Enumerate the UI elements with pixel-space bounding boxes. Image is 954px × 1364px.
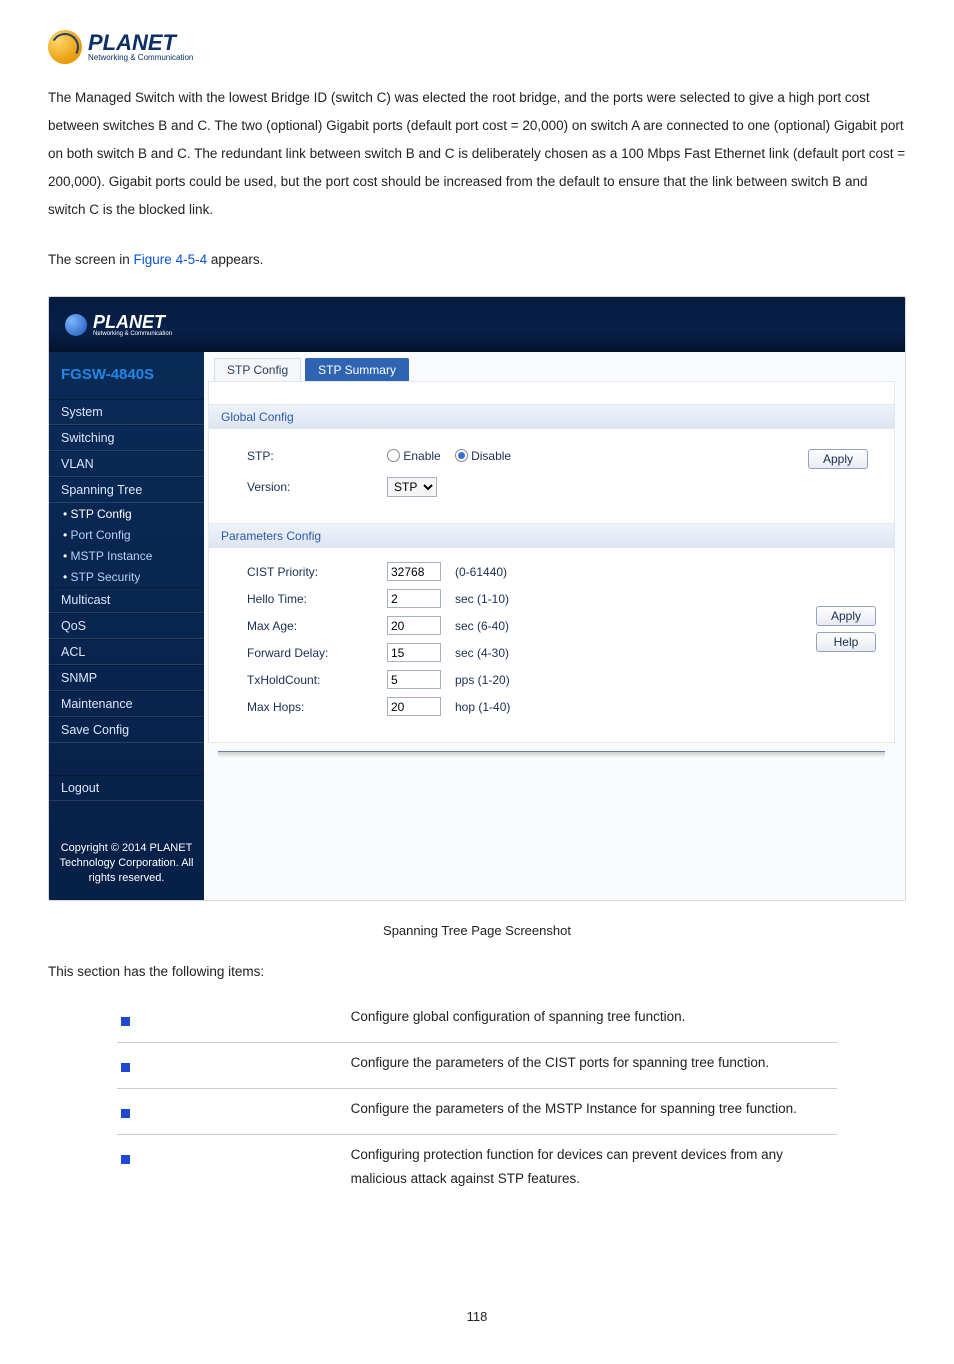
item-desc: Configuring protection function for devi… [347, 1135, 838, 1200]
bullet-icon [121, 1155, 130, 1164]
params-apply-button[interactable]: Apply [816, 606, 876, 626]
logo-mark-icon [48, 30, 82, 64]
item-desc: Configure the parameters of the MSTP Ins… [347, 1089, 838, 1135]
figure-reference: The screen in Figure 4-5-4 appears. [48, 246, 906, 274]
banner-logo-icon [65, 314, 87, 336]
tab-stp-summary[interactable]: STP Summary [305, 358, 409, 381]
item-term [157, 1089, 347, 1135]
nav-snmp[interactable]: SNMP [49, 665, 204, 691]
banner-tagline: Networking & Communication [93, 331, 172, 337]
nav-spanning-tree[interactable]: Spanning Tree [49, 477, 204, 503]
item-term [157, 997, 347, 1043]
nav-mstp-instance-label: MSTP Instance [71, 549, 153, 563]
nav-logout[interactable]: Logout [49, 775, 204, 801]
version-label: Version: [247, 480, 387, 494]
max-age-input[interactable] [387, 616, 441, 635]
max-hops-hint: hop (1-40) [455, 700, 510, 714]
nav-save-config[interactable]: Save Config [49, 717, 204, 743]
txholdcount-label: TxHoldCount: [247, 673, 387, 687]
nav-vlan[interactable]: VLAN [49, 451, 204, 477]
item-term [157, 1043, 347, 1089]
bullet-icon [121, 1063, 130, 1072]
content-pane: STP Config STP Summary Global Config STP… [204, 352, 905, 900]
nav-multicast[interactable]: Multicast [49, 587, 204, 613]
bullet-icon [121, 1109, 130, 1118]
ref-prefix: The screen in [48, 252, 134, 267]
page-header-logo: PLANET Networking & Communication [48, 30, 906, 64]
params-config-header: Parameters Config [209, 523, 894, 548]
sidebar: FGSW-4840S System Switching VLAN Spannin… [49, 352, 204, 900]
screenshot-figure: PLANET Networking & Communication FGSW-4… [48, 296, 906, 901]
bullet-icon [121, 1017, 130, 1026]
figure-caption: Spanning Tree Page Screenshot [48, 923, 906, 938]
hello-time-input[interactable] [387, 589, 441, 608]
nav-stp-config-label: STP Config [71, 507, 132, 521]
stp-disable-label: Disable [471, 449, 511, 463]
table-row: Configure global configuration of spanni… [117, 997, 838, 1043]
max-age-label: Max Age: [247, 619, 387, 633]
items-intro: This section has the following items: [48, 964, 906, 979]
forward-delay-hint: sec (4-30) [455, 646, 509, 660]
forward-delay-label: Forward Delay: [247, 646, 387, 660]
table-row: Configuring protection function for devi… [117, 1135, 838, 1200]
nav-stp-security-label: STP Security [71, 570, 141, 584]
stp-label: STP: [247, 449, 387, 463]
intro-paragraph: The Managed Switch with the lowest Bridg… [48, 84, 906, 224]
nav-port-config[interactable]: Port Config [49, 524, 204, 545]
item-term [157, 1135, 347, 1200]
logo-brand: PLANET [88, 32, 193, 54]
version-select[interactable]: STP [387, 477, 437, 497]
max-hops-label: Max Hops: [247, 700, 387, 714]
shadow-icon [218, 752, 885, 758]
max-age-hint: sec (6-40) [455, 619, 509, 633]
nav-system[interactable]: System [49, 399, 204, 425]
nav-switching[interactable]: Switching [49, 425, 204, 451]
nav-stp-config[interactable]: STP Config [49, 503, 204, 524]
nav-maintenance[interactable]: Maintenance [49, 691, 204, 717]
items-table: Configure global configuration of spanni… [117, 997, 838, 1199]
item-desc: Configure global configuration of spanni… [347, 997, 838, 1043]
tab-stp-config[interactable]: STP Config [214, 358, 301, 381]
sidebar-copyright: Copyright © 2014 PLANET Technology Corpo… [49, 841, 204, 886]
hello-time-hint: sec (1-10) [455, 592, 509, 606]
global-apply-button[interactable]: Apply [808, 449, 868, 469]
figure-link[interactable]: Figure 4-5-4 [134, 252, 208, 267]
model-label: FGSW-4840S [49, 362, 204, 399]
item-desc: Configure the parameters of the CIST por… [347, 1043, 838, 1089]
cist-priority-label: CIST Priority: [247, 565, 387, 579]
hello-time-label: Hello Time: [247, 592, 387, 606]
table-row: Configure the parameters of the MSTP Ins… [117, 1089, 838, 1135]
ref-suffix: appears. [207, 252, 263, 267]
page-number: 118 [48, 1309, 906, 1324]
nav-acl[interactable]: ACL [49, 639, 204, 665]
cist-priority-hint: (0-61440) [455, 565, 507, 579]
params-help-button[interactable]: Help [816, 632, 876, 652]
nav-port-config-label: Port Config [71, 528, 131, 542]
banner-brand: PLANET [93, 312, 165, 332]
nav-mstp-instance[interactable]: MSTP Instance [49, 545, 204, 566]
nav-stp-security[interactable]: STP Security [49, 566, 204, 587]
global-config-header: Global Config [209, 404, 894, 429]
max-hops-input[interactable] [387, 697, 441, 716]
txholdcount-input[interactable] [387, 670, 441, 689]
forward-delay-input[interactable] [387, 643, 441, 662]
stp-disable-radio[interactable] [455, 449, 468, 462]
txholdcount-hint: pps (1-20) [455, 673, 510, 687]
cist-priority-input[interactable] [387, 562, 441, 581]
screenshot-banner: PLANET Networking & Communication [49, 297, 905, 352]
nav-qos[interactable]: QoS [49, 613, 204, 639]
logo-tagline: Networking & Communication [88, 54, 193, 62]
stp-enable-label: Enable [403, 449, 440, 463]
stp-enable-radio[interactable] [387, 449, 400, 462]
table-row: Configure the parameters of the CIST por… [117, 1043, 838, 1089]
